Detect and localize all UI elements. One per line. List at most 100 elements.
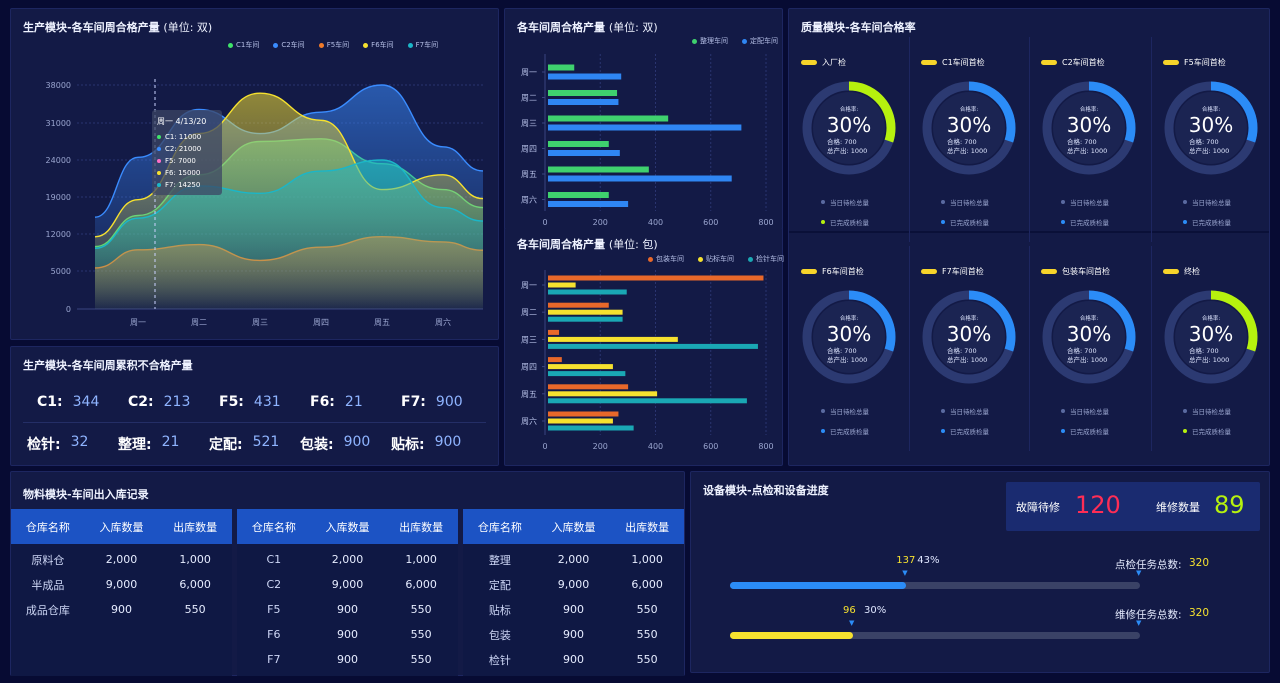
- table-row[interactable]: 定配 9,000 6,000: [463, 572, 684, 597]
- quality-legend-item: 当日待检总量: [941, 406, 989, 416]
- tooltip-dot-icon: [157, 171, 161, 175]
- x-tick-label: 0: [542, 218, 547, 227]
- legend-dot-icon: [1061, 200, 1065, 204]
- total-output: 总产出: 1000: [1189, 355, 1229, 364]
- bar-2: [548, 289, 627, 295]
- x-tick-label: 200: [593, 218, 608, 227]
- quality-legend-label: 当日待检总量: [1070, 408, 1109, 416]
- legend-dot-icon: [1183, 409, 1187, 413]
- progress-fill: [730, 582, 907, 589]
- tooltip-value: F5: 7000: [165, 157, 196, 165]
- defect-stat-value: 213: [163, 394, 191, 410]
- rate-caption: 合格率:: [960, 314, 979, 322]
- defect-stat: F7: 900: [401, 394, 463, 410]
- table-row[interactable]: F5 900 550: [237, 597, 458, 622]
- quality-cell: 入厂检 合格率: 30% 合格: 700 总产出: 1000 当日待检总量 已完成质检量: [789, 57, 909, 257]
- pass-count: 合格: 700: [827, 137, 857, 146]
- defect-stat-value: 431: [253, 394, 281, 410]
- table-cell: 550: [636, 628, 658, 641]
- production-area-chart: 0 5000 12000 19000 24000 31000 38000 周一 周二 周三 周四 周五…: [46, 79, 484, 327]
- rate-caption: 合格率:: [1080, 105, 1099, 113]
- y-tick-label: 周六: [521, 416, 537, 426]
- quality-donut: 合格率:30%合格: 700总产出: 1000: [1164, 290, 1258, 384]
- table-cell: 550: [184, 603, 206, 616]
- defect-stat-label: 整理:: [118, 437, 152, 453]
- quality-donut: 合格率:30%合格: 700总产出: 1000: [1042, 81, 1136, 175]
- tooltip-value: C2: 21000: [165, 145, 202, 153]
- y-tick-label: 周一: [521, 281, 537, 290]
- legend-dot-icon: [1183, 200, 1187, 204]
- quality-legend-item: 已完成质检量: [1061, 217, 1109, 227]
- quality-donut: 合格率:30%合格: 700总产出: 1000: [922, 81, 1016, 175]
- legend-dot-icon: [941, 200, 945, 204]
- defect-stat-value: 344: [72, 394, 100, 410]
- table-row[interactable]: 贴标 900 550: [463, 597, 684, 622]
- table-row[interactable]: 包装 900 550: [463, 622, 684, 647]
- table-row[interactable]: 检针 900 550: [463, 647, 684, 672]
- quality-legend-item: 已完成质检量: [941, 426, 989, 436]
- legend-dot-icon: [821, 200, 825, 204]
- table-cell: 定配: [488, 578, 511, 592]
- bar-1: [548, 309, 623, 315]
- table-cell: 6,000: [631, 578, 663, 591]
- chart-tooltip: 周一 4/13/20 C1: 11000 C2: 21000 F5: 7000 F6:…: [152, 110, 222, 195]
- quality-cell-label: C2车间首检: [1041, 57, 1105, 68]
- bar-1: [548, 175, 732, 182]
- quality-legend-label: 已完成质检量: [830, 219, 869, 227]
- quality-cell-name: F6车间首检: [822, 267, 864, 276]
- table-row[interactable]: F6 900 550: [237, 622, 458, 647]
- defect-stat-value: 900: [434, 434, 462, 450]
- bar-0: [548, 141, 609, 147]
- table-row[interactable]: 半成品 9,000 6,000: [11, 572, 232, 597]
- quality-legend-item: 已完成质检量: [821, 217, 869, 227]
- table-cell: 550: [410, 653, 432, 666]
- progress-total-value: 320: [1189, 607, 1210, 619]
- table-cell: F7: [267, 653, 281, 666]
- rate-value: 30%: [947, 113, 991, 137]
- y-tick-label: 周二: [521, 94, 537, 103]
- quality-legend-label: 当日待检总量: [1070, 199, 1109, 207]
- table-row[interactable]: C1 2,000 1,000: [237, 547, 458, 572]
- table-row[interactable]: 整理 2,000 1,000: [463, 547, 684, 572]
- quality-cell: C1车间首检 合格率: 30% 合格: 700 总产出: 1000 当日待检总量 已完成质检…: [909, 37, 1029, 257]
- quality-legend-item: 当日待检总量: [821, 406, 869, 416]
- table-row[interactable]: C2 9,000 6,000: [237, 572, 458, 597]
- defect-stat: 定配: 521: [209, 434, 279, 454]
- bar-1: [548, 364, 613, 370]
- bar-0: [548, 384, 629, 390]
- defect-stat-value: 900: [343, 434, 371, 450]
- table-cell: 贴标: [488, 603, 511, 617]
- material-table: 仓库名称 入库数量 出库数量原料仓 2,000 1,000 半成品 9,000 6,000 成品…: [11, 509, 232, 676]
- table-row[interactable]: 原料仓 2,000 1,000: [11, 547, 232, 572]
- defect-stat: 整理: 21: [118, 434, 179, 454]
- table-cell: 检针: [488, 653, 511, 667]
- progress-percent: 30%: [864, 605, 887, 616]
- x-tick-label: 周六: [435, 317, 451, 327]
- y-tick-label: 周四: [521, 363, 537, 372]
- table-cell: 整理: [488, 553, 511, 567]
- pass-count: 合格: 700: [947, 137, 977, 146]
- table-row[interactable]: 成品仓库 900 550: [11, 597, 232, 622]
- rate-value: 30%: [947, 322, 991, 346]
- material-title: 物料模块-车间出入库记录: [23, 488, 149, 501]
- label-pill-icon: [1041, 60, 1057, 65]
- table-cell: F6: [267, 628, 281, 641]
- table-header: 仓库名称 入库数量 出库数量: [11, 509, 232, 544]
- y-tick-label: 19000: [46, 193, 71, 202]
- x-tick-label: 400: [648, 442, 663, 451]
- defect-stat: F6: 21: [310, 394, 363, 410]
- y-tick-label: 周四: [521, 145, 537, 154]
- y-tick-label: 31000: [46, 119, 71, 128]
- quality-cell: F6车间首检 合格率: 30% 合格: 700 总产出: 1000 当日待检总量 已完成质检…: [789, 266, 909, 466]
- defect-divider: [23, 422, 486, 423]
- quality-cell-name: C2车间首检: [1062, 58, 1105, 67]
- quality-cell-label: 包装车间首检: [1041, 266, 1110, 277]
- legend-dot-icon: [941, 429, 945, 433]
- table-row[interactable]: F7 900 550: [237, 647, 458, 672]
- bar-1: [548, 282, 576, 288]
- material-table: 仓库名称 入库数量 出库数量 C1 2,000 1,000 C2 9,000 6,000 F5 90…: [237, 509, 458, 676]
- quality-legend-item: 已完成质检量: [1183, 426, 1231, 436]
- defect-stat: C2: 213: [128, 394, 190, 410]
- table-header-cell: 仓库名称: [251, 520, 296, 534]
- progress-marker-icon: ▼: [902, 569, 908, 577]
